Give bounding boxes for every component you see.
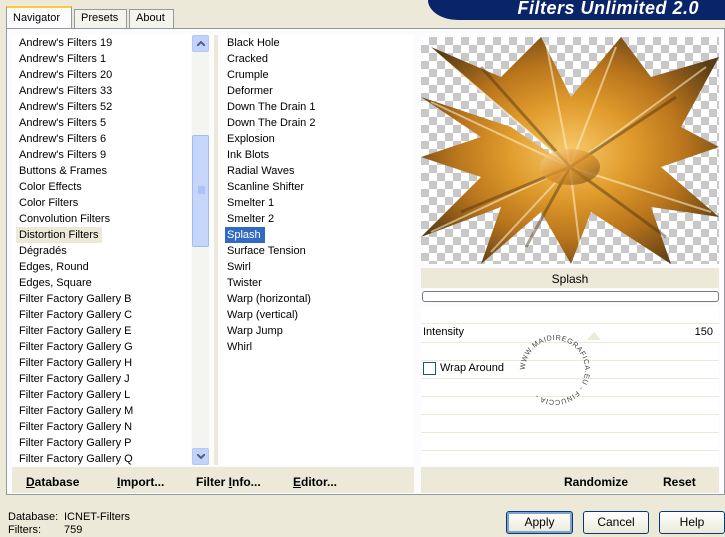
- parameter-panel: Intensity 150 Wrap Around WWW.MAIDIREGRA…: [421, 306, 719, 466]
- chevron-down-icon: [197, 454, 205, 459]
- progress-bar: [422, 291, 719, 302]
- grip-icon: [198, 186, 205, 194]
- category-list-item[interactable]: Andrew's Filters 19: [12, 35, 191, 51]
- category-list-item[interactable]: Filter Factory Gallery M: [12, 403, 191, 419]
- category-list-item[interactable]: Filter Factory Gallery P: [12, 435, 191, 451]
- param-divider: [421, 432, 719, 433]
- category-scrollbar[interactable]: [192, 35, 209, 465]
- filter-list-item[interactable]: Splash: [225, 227, 265, 243]
- chevron-up-icon: [197, 41, 205, 46]
- scroll-down-button[interactable]: [192, 448, 209, 465]
- category-list-item[interactable]: Andrew's Filters 1: [12, 51, 191, 67]
- category-list-item[interactable]: Edges, Round: [12, 259, 191, 275]
- filter-list-item[interactable]: Swirl: [225, 259, 414, 275]
- filter-list-item[interactable]: Warp (vertical): [225, 307, 414, 323]
- intensity-value[interactable]: 150: [695, 326, 713, 338]
- wrap-around-checkbox[interactable]: [423, 362, 436, 375]
- category-list-item[interactable]: Buttons & Frames: [12, 163, 191, 179]
- splash-preview-graphic: [421, 37, 719, 264]
- filter-list-item[interactable]: Explosion: [225, 131, 414, 147]
- filter-list-item[interactable]: Down The Drain 1: [225, 99, 414, 115]
- category-list-item[interactable]: Andrew's Filters 9: [12, 147, 191, 163]
- filter-list-item[interactable]: Smelter 2: [225, 211, 414, 227]
- apply-button[interactable]: Apply: [506, 511, 573, 534]
- tab-about[interactable]: About: [129, 9, 174, 28]
- database-button[interactable]: Database: [26, 475, 79, 489]
- filter-list-item[interactable]: Smelter 1: [225, 195, 414, 211]
- randomize-button[interactable]: Randomize: [564, 475, 628, 489]
- cancel-button[interactable]: Cancel: [583, 511, 649, 534]
- category-list-item[interactable]: Filter Factory Gallery E: [12, 323, 191, 339]
- scroll-thumb[interactable]: [192, 135, 209, 247]
- filter-list-item[interactable]: Warp Jump: [225, 323, 414, 339]
- intensity-label: Intensity: [423, 326, 464, 338]
- param-divider: [421, 323, 719, 324]
- scroll-up-button[interactable]: [192, 35, 209, 52]
- category-list-item[interactable]: Andrew's Filters 20: [12, 67, 191, 83]
- category-list-item[interactable]: Filter Factory Gallery L: [12, 387, 191, 403]
- filter-info-button[interactable]: Filter Info...: [196, 475, 261, 489]
- filters-count: 759: [64, 524, 83, 536]
- list-divider[interactable]: [214, 35, 218, 465]
- category-list-item[interactable]: Filter Factory Gallery G: [12, 339, 191, 355]
- filter-list-item[interactable]: Twister: [225, 275, 414, 291]
- app-banner: Filters Unlimited 2.0: [428, 0, 725, 20]
- category-list-item[interactable]: Andrew's Filters 52: [12, 99, 191, 115]
- category-list-item[interactable]: Dégradés: [12, 243, 191, 259]
- filter-list-item[interactable]: Crumple: [225, 67, 414, 83]
- param-divider: [421, 414, 719, 415]
- category-list-item[interactable]: Filter Factory Gallery B: [12, 291, 191, 307]
- category-list-item[interactable]: Color Effects: [12, 179, 191, 195]
- watermark-stamp: WWW.MAIDIREGRAFICA.EU - FINUCCIA -: [518, 333, 592, 407]
- database-info: Database: ICNET-Filters Filters: 759: [8, 511, 130, 537]
- database-value: ICNET-Filters: [64, 511, 130, 523]
- category-list-item[interactable]: Filter Factory Gallery N: [12, 419, 191, 435]
- filter-list[interactable]: Black Hole Cracked Crumple Deformer Down The…: [222, 35, 414, 465]
- category-list-item[interactable]: Color Filters: [12, 195, 191, 211]
- category-list-item[interactable]: Filter Factory Gallery H: [12, 355, 191, 371]
- param-button-bar: Randomize Reset: [421, 467, 719, 493]
- category-list[interactable]: Andrew's Filters 19 Andrew's Filters 1 And…: [12, 35, 191, 465]
- category-list-item[interactable]: Filter Factory Gallery Q: [12, 451, 191, 465]
- list-button-bar: Database Import... Filter Info... Editor…: [12, 467, 414, 493]
- category-list-item[interactable]: Distortion Filters: [16, 227, 103, 243]
- preview-image: [421, 37, 719, 264]
- help-button[interactable]: Help: [659, 511, 725, 534]
- filter-list-item[interactable]: Scanline Shifter: [225, 179, 414, 195]
- selected-filter-name: Splash: [421, 268, 719, 288]
- svg-text:WWW.MAIDIREGRAFICA.EU - FINUCC: WWW.MAIDIREGRAFICA.EU - FINUCCIA -: [518, 333, 592, 407]
- filter-list-item[interactable]: Ink Blots: [225, 147, 414, 163]
- category-list-item[interactable]: Filter Factory Gallery C: [12, 307, 191, 323]
- filter-list-item[interactable]: Cracked: [225, 51, 414, 67]
- database-label: Database:: [8, 511, 59, 523]
- category-list-item[interactable]: Edges, Square: [12, 275, 191, 291]
- category-list-item[interactable]: Filter Factory Gallery J: [12, 371, 191, 387]
- app-title: Filters Unlimited 2.0: [517, 0, 699, 18]
- filter-list-item[interactable]: Black Hole: [225, 35, 414, 51]
- filter-list-item[interactable]: Warp (horizontal): [225, 291, 414, 307]
- param-divider: [421, 450, 719, 451]
- watermark-text: WWW.MAIDIREGRAFICA.EU - FINUCCIA -: [518, 333, 592, 407]
- import-button[interactable]: Import...: [117, 475, 164, 489]
- filter-list-item[interactable]: Surface Tension: [225, 243, 414, 259]
- reset-button[interactable]: Reset: [663, 475, 696, 489]
- tab-navigator[interactable]: Navigator: [6, 6, 72, 28]
- category-list-item[interactable]: Andrew's Filters 33: [12, 83, 191, 99]
- filter-list-item[interactable]: Deformer: [225, 83, 414, 99]
- filters-label: Filters:: [8, 524, 41, 536]
- tab-presets[interactable]: Presets: [74, 9, 127, 28]
- filter-list-item[interactable]: Whirl: [225, 339, 414, 355]
- wrap-around-label[interactable]: Wrap Around: [440, 362, 504, 374]
- category-list-item[interactable]: Andrew's Filters 6: [12, 131, 191, 147]
- category-list-item[interactable]: Convolution Filters: [12, 211, 191, 227]
- filter-list-item[interactable]: Down The Drain 2: [225, 115, 414, 131]
- editor-button[interactable]: Editor...: [293, 475, 337, 489]
- category-list-item[interactable]: Andrew's Filters 5: [12, 115, 191, 131]
- filter-list-item[interactable]: Radial Waves: [225, 163, 414, 179]
